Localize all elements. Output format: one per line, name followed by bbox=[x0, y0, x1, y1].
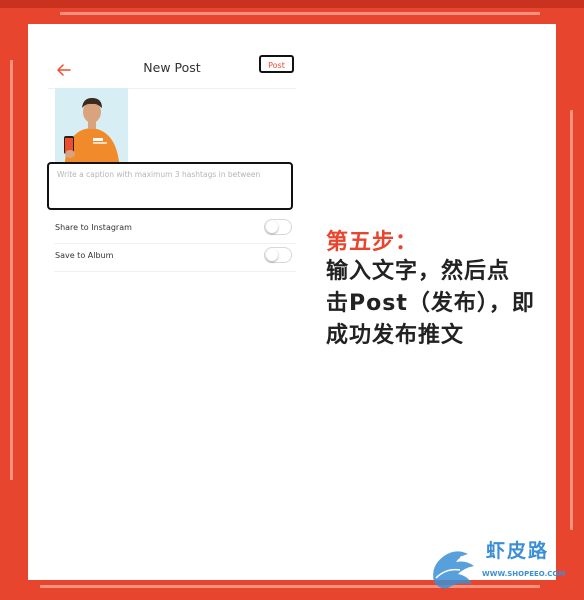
frame-decoration-right bbox=[570, 110, 573, 530]
save-to-album-toggle[interactable] bbox=[264, 247, 292, 263]
frame-decoration-top-line bbox=[60, 12, 540, 15]
step-line-1: 输入文字，然后点 bbox=[326, 259, 511, 284]
frame-decoration-top bbox=[0, 0, 584, 8]
person-with-phone-image bbox=[55, 88, 128, 162]
logo-url: WWW.SHOPEEO.COM bbox=[482, 570, 566, 578]
toggle-knob bbox=[266, 249, 278, 261]
caption-input[interactable] bbox=[47, 162, 293, 210]
dragon-logo-icon bbox=[433, 551, 474, 589]
share-to-instagram-row: Share to Instagram bbox=[54, 216, 296, 244]
step-title: 第五步： bbox=[326, 230, 419, 255]
save-to-album-label: Save to Album bbox=[55, 251, 114, 260]
step-line-2: 击Post（发布），即 bbox=[326, 291, 535, 316]
post-button[interactable]: Post bbox=[259, 55, 294, 73]
logo-name: 虾皮路 bbox=[486, 540, 550, 562]
step-line-3: 成功发布推文 bbox=[326, 323, 465, 348]
toggle-knob bbox=[266, 221, 278, 233]
share-to-instagram-toggle[interactable] bbox=[264, 219, 292, 235]
frame-decoration-left bbox=[10, 60, 13, 480]
save-to-album-row: Save to Album bbox=[54, 244, 296, 272]
brand-logo: 虾皮路 WWW.SHOPEEO.COM bbox=[426, 534, 576, 596]
post-image-thumbnail[interactable] bbox=[55, 88, 128, 162]
content-card: New Post Post Share to Instagram Save to… bbox=[28, 24, 565, 589]
share-to-instagram-label: Share to Instagram bbox=[55, 223, 132, 232]
